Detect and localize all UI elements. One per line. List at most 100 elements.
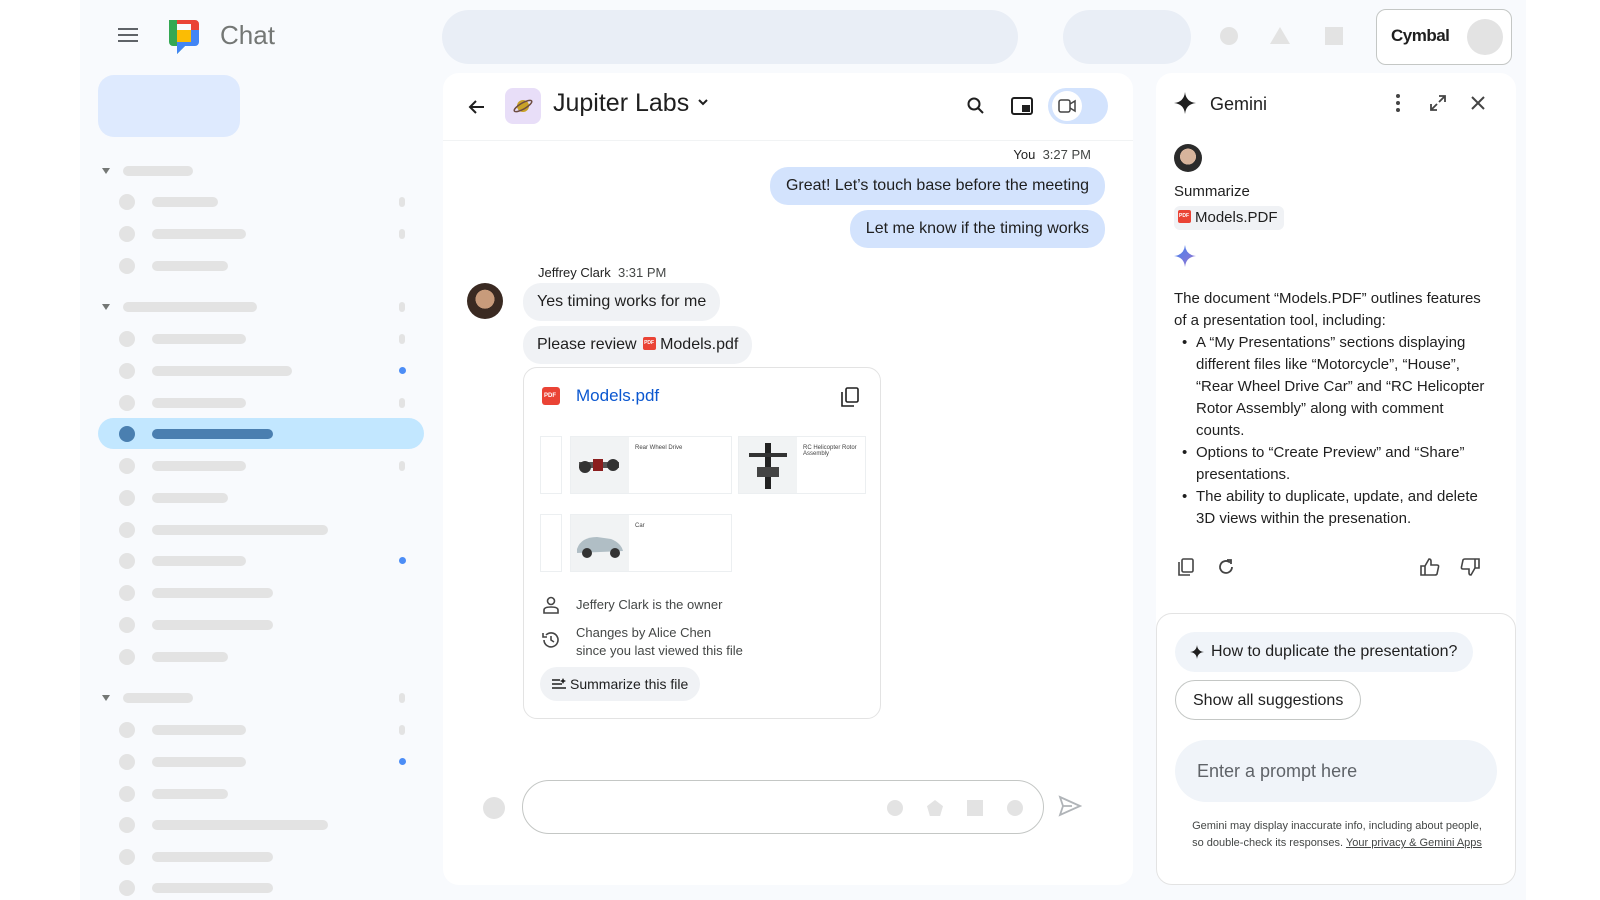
list-item-icon (119, 754, 135, 770)
sidebar-item[interactable] (152, 588, 273, 598)
thumbnail-partial[interactable] (540, 514, 562, 572)
pdf-icon (643, 337, 657, 350)
settings-icon[interactable] (1270, 27, 1290, 44)
expand-button[interactable] (1422, 87, 1454, 119)
gemini-spark-icon (1174, 245, 1196, 267)
message-bubble-you[interactable]: Let me know if the timing works (849, 210, 1105, 248)
list-item-icon (119, 426, 135, 442)
gemini-panel: Gemini Summarize Models.PDF The document… (1156, 73, 1516, 885)
privacy-link[interactable]: Your privacy & Gemini Apps (1346, 837, 1482, 849)
copy-button[interactable] (834, 381, 866, 413)
copy-response-button[interactable] (1170, 551, 1202, 583)
show-all-suggestions-button[interactable]: Show all suggestions (1175, 680, 1362, 720)
thumbnail-car[interactable]: Car (570, 514, 732, 572)
file-chip[interactable]: Models.PDF (1174, 206, 1284, 230)
more-options-button[interactable] (1382, 87, 1414, 119)
message-input[interactable] (522, 780, 1044, 834)
section-toggle-icon[interactable] (102, 695, 110, 701)
attachment-link[interactable]: Models.pdf (660, 336, 738, 353)
thumbnail-rear-wheel-drive[interactable]: Rear Wheel Drive (570, 436, 732, 494)
meet-toggle[interactable] (1048, 88, 1108, 124)
sidebar-item[interactable] (152, 366, 292, 376)
sidebar-item[interactable] (152, 261, 228, 271)
copy-icon (841, 387, 859, 407)
account-switcher[interactable]: Cymbal (1376, 9, 1512, 65)
new-chat-button[interactable] (98, 75, 240, 137)
sidebar-item[interactable] (152, 229, 246, 239)
search-bar-placeholder[interactable] (442, 10, 1018, 64)
sidebar-item[interactable] (152, 197, 218, 207)
message-bubble-them[interactable]: Yes timing works for me (523, 283, 721, 321)
list-item-icon (119, 490, 135, 506)
message-bubble-them[interactable]: Please review Models.pdf (523, 326, 753, 364)
add-button[interactable] (483, 797, 505, 819)
sidebar-item[interactable] (152, 398, 246, 408)
summarize-file-button[interactable]: Summarize this file (540, 667, 701, 701)
unread-dot (399, 758, 406, 765)
app-title: Chat (220, 20, 275, 50)
sidebar-item[interactable] (152, 652, 228, 662)
send-button[interactable] (1058, 795, 1083, 822)
thumbs-down-icon (1460, 558, 1480, 576)
unread-dot (399, 367, 406, 374)
list-item-icon (119, 817, 135, 833)
chevron-down-icon[interactable] (696, 95, 710, 114)
prompt-input[interactable] (1175, 740, 1497, 802)
sidebar-item[interactable] (152, 757, 246, 767)
main-menu-button[interactable] (116, 24, 140, 48)
list-item: A “My Presentations” sections displaying… (1182, 332, 1494, 442)
space-title[interactable]: Jupiter Labs (553, 89, 689, 118)
avatar[interactable] (1467, 19, 1503, 55)
disclaimer-line: Gemini may display inaccurate info, incl… (1192, 820, 1482, 832)
sidebar-item[interactable] (152, 820, 328, 830)
sidebar-item[interactable] (152, 493, 228, 503)
sidebar-item[interactable] (152, 852, 273, 862)
disclaimer-text: so double-check its responses. (1192, 837, 1344, 849)
gemini-spark-icon (1174, 92, 1196, 114)
thumbs-up-button[interactable] (1414, 551, 1446, 583)
sidebar-item[interactable] (152, 556, 246, 566)
list-item-icon (119, 585, 135, 601)
sidebar-item[interactable] (152, 334, 246, 344)
gif-icon[interactable] (927, 800, 943, 816)
file-chip-label: Models.PDF (1195, 209, 1278, 226)
sidebar-item[interactable] (152, 725, 246, 735)
regenerate-button[interactable] (1210, 551, 1242, 583)
sidebar-item[interactable] (152, 883, 273, 893)
pdf-icon (1178, 210, 1191, 223)
gemini-response: The document “Models.PDF” outlines featu… (1174, 288, 1494, 530)
pop-out-button[interactable] (1006, 90, 1038, 122)
status-pill-placeholder[interactable] (1063, 10, 1191, 64)
help-icon[interactable] (1220, 27, 1238, 45)
sidebar-item[interactable] (152, 525, 328, 535)
list-item-icon (119, 722, 135, 738)
list-item-icon (119, 258, 135, 274)
thumbs-down-button[interactable] (1454, 551, 1486, 583)
upload-icon[interactable] (967, 800, 983, 816)
item-marker (399, 693, 405, 703)
unread-dot (399, 557, 406, 564)
thumbnail-partial[interactable] (540, 436, 562, 494)
sidebar-item[interactable] (152, 461, 246, 471)
history-icon (542, 632, 559, 648)
list-item-icon (119, 617, 135, 633)
back-button[interactable] (461, 91, 493, 123)
suggestion-chip[interactable]: How to duplicate the presentation? (1175, 632, 1474, 672)
avatar[interactable] (467, 283, 503, 319)
section-toggle-icon[interactable] (102, 304, 110, 310)
chat-header: Jupiter Labs (443, 73, 1133, 141)
section-toggle-icon[interactable] (102, 168, 110, 174)
message-bubble-you[interactable]: Great! Let’s touch base before the meeti… (769, 167, 1105, 205)
sidebar-item[interactable] (152, 789, 228, 799)
list-item: The ability to duplicate, update, and de… (1182, 486, 1494, 530)
search-button[interactable] (960, 90, 992, 122)
close-button[interactable] (1462, 87, 1494, 119)
sidebar-item[interactable] (152, 620, 273, 630)
apps-icon[interactable] (1325, 27, 1343, 45)
emoji-icon[interactable] (887, 800, 903, 816)
changes-line: Changes by Alice Chen (576, 625, 712, 640)
more-tools-icon[interactable] (1007, 800, 1023, 816)
list-item-icon (119, 226, 135, 242)
file-title-link[interactable]: Models.pdf (576, 386, 659, 406)
thumbnail-rc-helicopter[interactable]: RC Helicopter Rotor Assembly (738, 436, 866, 494)
